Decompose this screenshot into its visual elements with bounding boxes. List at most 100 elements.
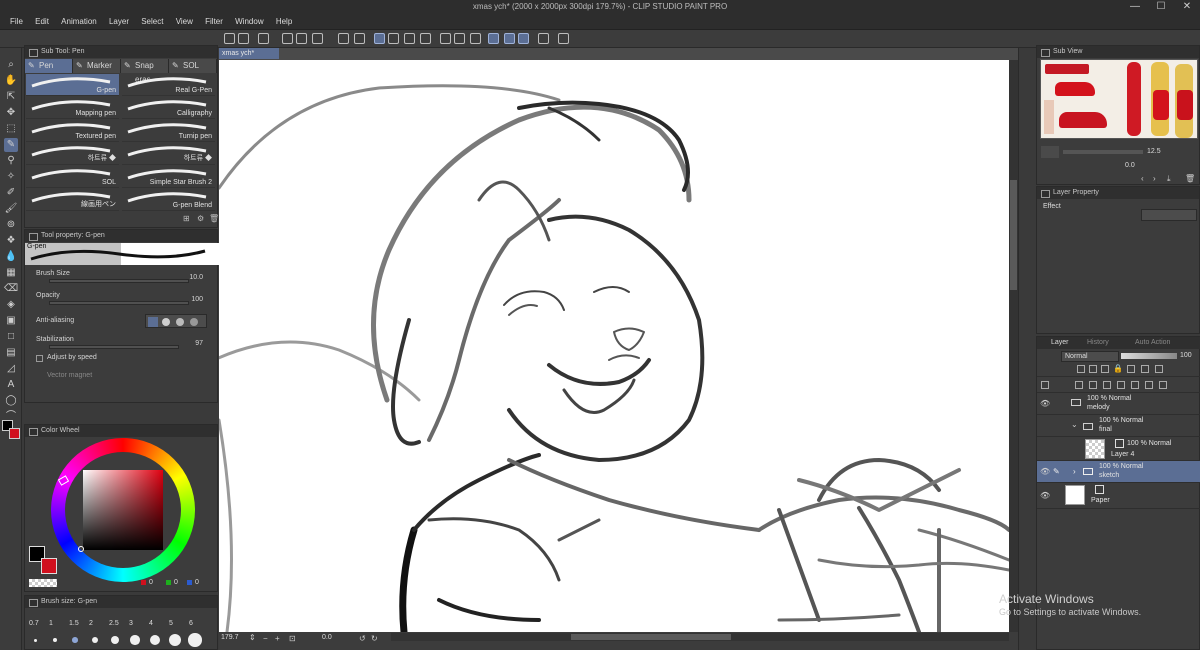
- lock-transparent-icon[interactable]: [1127, 365, 1135, 373]
- subtool-item[interactable]: Calligraphy: [122, 97, 215, 119]
- brush-size-preset-dot[interactable]: [168, 633, 182, 647]
- draft-layer-icon[interactable]: [1101, 365, 1109, 373]
- blend-mode-select[interactable]: Normal: [1061, 351, 1119, 362]
- color-marker[interactable]: [78, 546, 84, 552]
- brush-size-preset-dot[interactable]: [149, 634, 161, 646]
- reference-image[interactable]: [1040, 59, 1198, 139]
- invert-icon[interactable]: [454, 33, 465, 44]
- open-icon[interactable]: [258, 33, 269, 44]
- brush-size-slider[interactable]: [49, 279, 189, 283]
- transparent-color-swatch[interactable]: [29, 579, 57, 587]
- opacity-row[interactable]: Opacity 100: [25, 290, 219, 310]
- brush-size-preset-label[interactable]: 3: [129, 620, 133, 627]
- subtool-item[interactable]: Simple Star Brush 2: [122, 166, 215, 188]
- zoom-out-icon[interactable]: −: [263, 634, 268, 643]
- color-value-g[interactable]: 0: [174, 579, 178, 586]
- tab-sol[interactable]: SOL: [169, 59, 217, 73]
- menu-window[interactable]: Window: [230, 14, 268, 30]
- balloon-icon[interactable]: ◯: [4, 394, 18, 408]
- brush-size-preset-dot[interactable]: [188, 633, 202, 647]
- selection-icon[interactable]: [470, 33, 481, 44]
- layer-mask-icon[interactable]: [1145, 381, 1153, 389]
- fill-tool-icon[interactable]: ◈: [4, 298, 18, 312]
- menu-select[interactable]: Select: [136, 14, 168, 30]
- color-value-b[interactable]: 0: [195, 579, 199, 586]
- visibility-eye-icon[interactable]: 👁: [1040, 399, 1050, 408]
- subtool-item[interactable]: 하트류 ◆: [26, 143, 119, 165]
- brush-size-preset-label[interactable]: 5: [169, 620, 173, 627]
- undo-icon[interactable]: [338, 33, 349, 44]
- brush-size-preset-label[interactable]: 4: [149, 620, 153, 627]
- figure-icon[interactable]: □: [4, 330, 18, 344]
- subtool-settings-icon[interactable]: ⚙: [197, 214, 204, 223]
- delete-layer-icon[interactable]: [1159, 381, 1167, 389]
- antialias-row[interactable]: Anti-aliasing: [25, 312, 219, 332]
- stabilization-slider[interactable]: [49, 345, 179, 349]
- rotate-right-icon[interactable]: ↻: [371, 634, 378, 643]
- brush-size-preset-label[interactable]: 1: [49, 620, 53, 627]
- transfer-down-icon[interactable]: [1117, 381, 1125, 389]
- minimize-button[interactable]: —: [1122, 0, 1148, 14]
- grid-snap-icon[interactable]: [518, 33, 529, 44]
- visibility-eye-icon[interactable]: 👁: [1040, 467, 1050, 476]
- subtool-item[interactable]: Mapping pen: [26, 97, 119, 119]
- redo-icon[interactable]: [354, 33, 365, 44]
- stabilization-row[interactable]: Stabilization 97: [25, 334, 219, 354]
- brush-size-preset-dot[interactable]: [130, 635, 140, 645]
- opacity-slider[interactable]: [49, 301, 189, 305]
- zoom-in-icon[interactable]: +: [275, 634, 280, 643]
- sub-color-chip[interactable]: [9, 428, 20, 439]
- adjust-speed-checkbox[interactable]: [36, 355, 43, 362]
- subtool-item[interactable]: SOL: [26, 166, 119, 188]
- menu-icon[interactable]: [224, 33, 235, 44]
- stabilization-value[interactable]: 97: [195, 340, 203, 347]
- text-icon[interactable]: A: [4, 378, 18, 392]
- canvas-paper[interactable]: [219, 60, 1009, 632]
- maximize-button[interactable]: ☐: [1148, 0, 1174, 14]
- pen-tool-icon[interactable]: ✎: [4, 138, 18, 152]
- menu-view[interactable]: View: [171, 14, 198, 30]
- folder-collapse-icon[interactable]: ›: [1073, 467, 1076, 476]
- vector-magnet-row[interactable]: Vector magnet: [25, 370, 219, 390]
- sub-color-swatch[interactable]: [41, 558, 57, 574]
- menu-help[interactable]: Help: [271, 14, 297, 30]
- brush-size-row[interactable]: Brush Size 10.0: [25, 268, 219, 288]
- upload-icon[interactable]: [312, 33, 323, 44]
- tab-layer[interactable]: Layer: [1051, 339, 1069, 346]
- hand-icon[interactable]: ✋: [4, 74, 18, 88]
- brush-size-preset-dot[interactable]: [110, 635, 120, 645]
- selection-tool-icon[interactable]: ⬚: [4, 122, 18, 136]
- move-icon[interactable]: ✥: [4, 106, 18, 120]
- layer-row-sketch[interactable]: 👁 ✎ › 100 % Normal sketch: [1037, 461, 1200, 483]
- airbrush-icon[interactable]: ⊚: [4, 218, 18, 232]
- zoom-stepper-icon[interactable]: ⇕: [249, 633, 256, 642]
- menu-layer[interactable]: Layer: [104, 14, 134, 30]
- layer-color-icon[interactable]: [1041, 381, 1049, 389]
- subtool-item[interactable]: 하트류 ◆: [122, 143, 215, 165]
- eraser-icon[interactable]: ⌫: [4, 282, 18, 296]
- ruler-snap-icon[interactable]: [504, 33, 515, 44]
- delete-subtool-icon[interactable]: 🗑: [209, 214, 219, 223]
- decoration-icon[interactable]: ❖: [4, 234, 18, 248]
- layer-row-final[interactable]: ⌄ 100 % Normal final: [1037, 415, 1200, 437]
- subview-next-icon[interactable]: ›: [1153, 174, 1156, 183]
- layer-row-paper[interactable]: 👁 Paper: [1037, 483, 1200, 509]
- opacity-value[interactable]: 100: [191, 296, 203, 303]
- tab-marker[interactable]: Marker: [73, 59, 121, 73]
- save-icon[interactable]: [282, 33, 293, 44]
- subtool-item[interactable]: Turnip pen: [122, 120, 215, 142]
- antialias-selector[interactable]: [145, 314, 207, 328]
- menu-edit[interactable]: Edit: [30, 14, 54, 30]
- subtool-item[interactable]: G-pen: [26, 74, 119, 96]
- zoom-icon[interactable]: ⌕: [4, 58, 18, 72]
- new-folder-icon[interactable]: [1103, 381, 1111, 389]
- eyedropper-icon[interactable]: ⚲: [4, 154, 18, 168]
- folder-expand-icon[interactable]: ⌄: [1071, 420, 1078, 429]
- close-button[interactable]: ✕: [1174, 0, 1200, 14]
- subtool-item[interactable]: G-pen Blend: [122, 189, 215, 211]
- merge-icon[interactable]: [1131, 381, 1139, 389]
- brush-size-preset-label[interactable]: 0.7: [29, 620, 39, 627]
- export-icon[interactable]: [296, 33, 307, 44]
- deselect-icon[interactable]: [404, 33, 415, 44]
- subview-zoom-track[interactable]: [1063, 150, 1143, 154]
